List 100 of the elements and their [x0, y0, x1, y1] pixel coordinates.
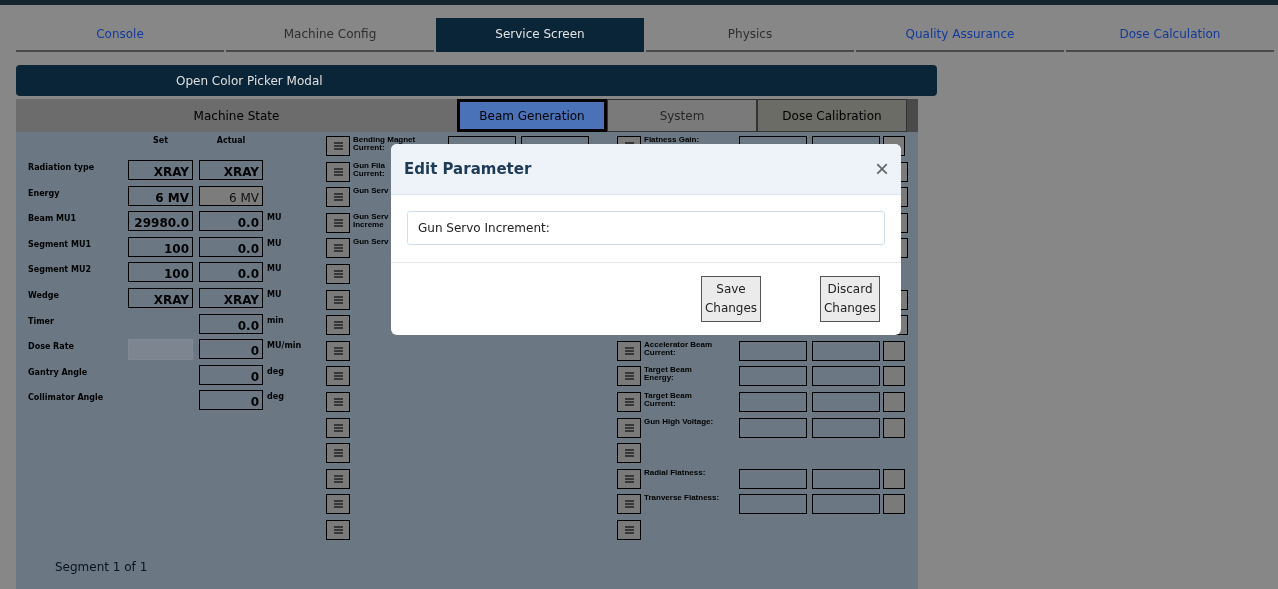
section-tab[interactable]: Beam Generation: [457, 99, 607, 132]
set-field[interactable]: 100: [128, 262, 193, 283]
set-field[interactable]: [739, 366, 807, 387]
menu-icon: [624, 346, 634, 355]
parameter-label: Segment MU2: [28, 265, 92, 275]
actual-field[interactable]: [812, 417, 880, 438]
save-button[interactable]: Save Changes: [701, 276, 761, 322]
status-field: [883, 468, 905, 489]
menu-icon: [333, 295, 343, 304]
actual-field[interactable]: 0.0: [199, 236, 263, 257]
set-field[interactable]: 100: [128, 236, 193, 257]
section-tab[interactable]: Dose Calibration: [757, 99, 907, 132]
menu-button[interactable]: [326, 443, 350, 464]
set-field[interactable]: 6 MV: [128, 185, 193, 206]
actual-field[interactable]: 0.0: [199, 211, 263, 232]
actual-field[interactable]: 0: [199, 364, 263, 385]
unit-label: MU: [267, 238, 283, 248]
menu-icon: [624, 449, 634, 458]
section-header: Machine State: [16, 99, 457, 132]
nav-tab[interactable]: Dose Calculation: [1066, 18, 1274, 52]
actual-field[interactable]: 0.0: [199, 313, 263, 334]
parameter-input[interactable]: Gun Servo Increment:: [407, 211, 885, 245]
menu-button[interactable]: [326, 187, 350, 208]
unit-label: MU: [267, 264, 283, 274]
parameter-label: Timer: [28, 316, 55, 326]
menu-button[interactable]: [326, 263, 350, 284]
close-button[interactable]: ×: [875, 157, 889, 181]
parameter-label: Gun Serv: [353, 238, 389, 247]
set-field[interactable]: XRAY: [128, 287, 193, 308]
menu-button[interactable]: [326, 366, 350, 387]
parameter-label: Wedge: [28, 290, 60, 300]
actual-field[interactable]: 0: [199, 390, 263, 411]
actual-field[interactable]: [812, 340, 880, 361]
status-field: [883, 417, 905, 438]
menu-button[interactable]: [326, 519, 350, 540]
parameter-label: Target Beam Energy:: [644, 366, 693, 383]
menu-icon: [333, 193, 343, 202]
parameter-label: Beam MU1: [28, 214, 78, 224]
menu-icon: [333, 500, 343, 509]
nav-tab[interactable]: Console: [16, 18, 224, 52]
actual-field[interactable]: [812, 391, 880, 412]
menu-button[interactable]: [617, 443, 641, 464]
menu-button[interactable]: [617, 366, 641, 387]
parameter-label: Tranverse Flatness:: [644, 494, 721, 503]
discard-button[interactable]: Discard Changes: [820, 276, 880, 322]
column-header: Actual: [215, 136, 247, 145]
menu-button[interactable]: [617, 494, 641, 515]
menu-button[interactable]: [617, 391, 641, 412]
color-picker-button[interactable]: Open Color Picker Modal: [16, 65, 937, 96]
nav-tab[interactable]: Service Screen: [436, 18, 644, 52]
set-field[interactable]: [739, 340, 807, 361]
actual-field[interactable]: 0.0: [199, 262, 263, 283]
set-field[interactable]: 29980.0: [128, 211, 193, 232]
set-field[interactable]: [739, 468, 807, 489]
actual-field[interactable]: [812, 366, 880, 387]
parameter-label: Gun Fila Current:: [353, 161, 385, 178]
set-field[interactable]: XRAY: [128, 160, 193, 180]
menu-icon: [333, 474, 343, 483]
actual-field[interactable]: XRAY: [199, 287, 263, 308]
parameter-label: Radial Flatness:: [644, 468, 707, 477]
parameter-label: Gun Serv Increme: [353, 212, 389, 229]
nav-tab[interactable]: Quality Assurance: [856, 18, 1064, 52]
menu-button[interactable]: [617, 468, 641, 489]
actual-field[interactable]: XRAY: [199, 160, 263, 180]
menu-button[interactable]: [326, 494, 350, 515]
actual-field[interactable]: [812, 494, 880, 515]
menu-button[interactable]: [326, 238, 350, 259]
menu-button[interactable]: [326, 136, 350, 156]
parameter-label: Gun Serv: [353, 187, 389, 196]
menu-icon: [333, 269, 343, 278]
menu-button[interactable]: [326, 391, 350, 412]
parameter-label: Flatness Gain:: [644, 136, 701, 144]
menu-button[interactable]: [326, 289, 350, 310]
menu-icon: [333, 346, 343, 355]
menu-button[interactable]: [326, 315, 350, 336]
menu-button[interactable]: [617, 340, 641, 361]
status-field: [883, 391, 905, 412]
menu-icon: [333, 449, 343, 458]
dialog-title: Edit Parameter: [404, 160, 532, 178]
menu-icon: [333, 525, 343, 534]
parameter-label: Bending Magnet Current:: [353, 136, 417, 152]
menu-button[interactable]: [326, 417, 350, 438]
actual-field[interactable]: 0: [199, 339, 263, 360]
menu-button[interactable]: [617, 417, 641, 438]
actual-field[interactable]: [812, 468, 880, 489]
set-field[interactable]: [739, 417, 807, 438]
set-field[interactable]: [739, 494, 807, 515]
status-field: [883, 366, 905, 387]
menu-button[interactable]: [617, 519, 641, 540]
segment-counter: Segment 1 of 1: [55, 560, 149, 574]
menu-button[interactable]: [326, 468, 350, 489]
menu-button[interactable]: [326, 340, 350, 361]
status-field: [883, 494, 905, 515]
menu-icon: [624, 423, 634, 432]
set-field[interactable]: [739, 391, 807, 412]
menu-button[interactable]: [326, 161, 350, 182]
parameter-label: Target Beam Current:: [644, 391, 693, 408]
parameter-label: Dose Rate: [28, 342, 75, 352]
parameter-label: Energy: [28, 188, 61, 198]
menu-button[interactable]: [326, 212, 350, 233]
